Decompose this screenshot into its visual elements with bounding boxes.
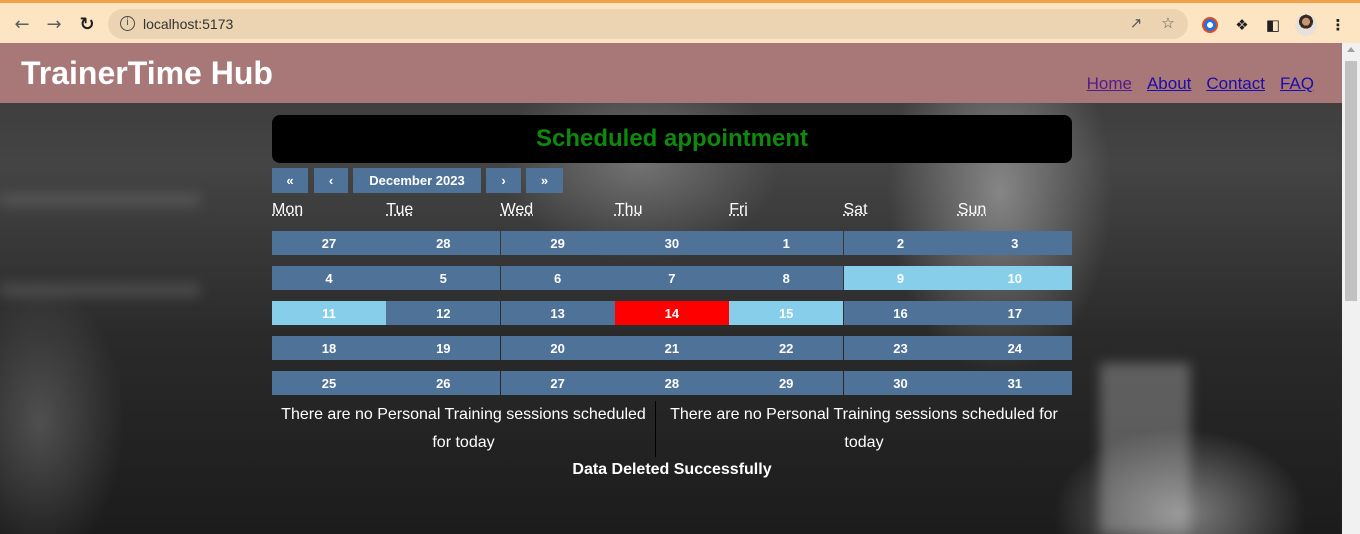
calendar-day[interactable]: 13	[500, 301, 615, 325]
calendar-day[interactable]: 9	[843, 266, 958, 290]
calendar-day[interactable]: 1	[729, 231, 844, 255]
reload-icon[interactable]: ↻	[75, 12, 99, 36]
calendar-day[interactable]: 31	[957, 371, 1072, 395]
calendar-day[interactable]: 14	[614, 301, 729, 325]
month-label-button[interactable]: December 2023	[353, 168, 481, 193]
divider	[655, 401, 656, 457]
background-bottle	[1100, 363, 1190, 534]
more-vert-icon[interactable]: ⋮	[1328, 15, 1348, 35]
nav-link-about[interactable]: About	[1147, 74, 1191, 94]
calendar-day[interactable]: 8	[729, 266, 844, 290]
weekday-label: Thu	[614, 201, 643, 218]
forward-arrow-icon[interactable]: →	[42, 12, 66, 36]
brand-title: TrainerTime Hub	[21, 55, 273, 91]
scroll-thumb[interactable]	[1345, 61, 1357, 301]
page-background: TrainerTime Hub Home About Contact FAQ S…	[0, 43, 1342, 534]
puzzle-icon[interactable]: ❖	[1232, 15, 1252, 35]
calendar-day[interactable]: 3	[957, 231, 1072, 255]
calendar-day[interactable]: 7	[614, 266, 729, 290]
nav-link-home[interactable]: Home	[1087, 74, 1132, 94]
calendar-day[interactable]: 6	[500, 266, 615, 290]
calendar-day[interactable]: 17	[957, 301, 1072, 325]
sidepanel-icon[interactable]: ◧	[1263, 15, 1283, 35]
calendar-day[interactable]: 21	[614, 336, 729, 360]
background-shelf	[0, 193, 200, 207]
url-text[interactable]: localhost:5173	[143, 16, 233, 32]
calendar-day[interactable]: 18	[272, 336, 386, 360]
calendar-day[interactable]: 30	[843, 371, 958, 395]
calendar-day[interactable]: 10	[957, 266, 1072, 290]
weekday-label: Wed	[500, 201, 534, 218]
calendar-day[interactable]: 29	[500, 231, 615, 255]
prev-month-button[interactable]: ‹	[314, 168, 348, 193]
calendar-day[interactable]: 28	[614, 371, 729, 395]
background-shelf	[0, 283, 200, 297]
main-nav: Home About Contact FAQ	[1087, 74, 1314, 94]
calendar-day[interactable]: 22	[729, 336, 844, 360]
calendar-day[interactable]: 15	[729, 301, 844, 325]
calendar-day[interactable]: 23	[843, 336, 958, 360]
weekday-label: Mon	[272, 201, 304, 218]
calendar-day[interactable]: 12	[386, 301, 501, 325]
profile-avatar[interactable]	[1295, 14, 1317, 36]
page-scrollbar[interactable]	[1342, 43, 1360, 534]
scheduled-banner: Scheduled appointment	[272, 115, 1072, 163]
calendar-day[interactable]: 30	[614, 231, 729, 255]
info-icon[interactable]: i	[120, 16, 135, 31]
nav-link-contact[interactable]: Contact	[1206, 74, 1265, 94]
calendar-day[interactable]: 24	[957, 336, 1072, 360]
calendar-day[interactable]: 27	[272, 231, 386, 255]
back-arrow-icon[interactable]: ←	[10, 12, 34, 36]
calendar-day[interactable]: 19	[386, 336, 501, 360]
weekday-label: Tue	[386, 201, 414, 218]
next-year-button[interactable]: »	[526, 168, 563, 193]
browser-toolbar: ← → ↻ i localhost:5173 ↗ ☆ ❖ ◧ ⋮	[0, 3, 1360, 43]
star-icon[interactable]: ☆	[1158, 14, 1178, 34]
scroll-up-arrow-icon[interactable]	[1347, 47, 1355, 52]
calendar-day[interactable]: 11	[272, 301, 386, 325]
calendar-day[interactable]: 2	[843, 231, 958, 255]
weekday-label: Sun	[957, 201, 987, 218]
next-month-button[interactable]: ›	[486, 168, 521, 193]
calendar-day[interactable]: 16	[843, 301, 958, 325]
calendar-day[interactable]: 20	[500, 336, 615, 360]
calendar-day[interactable]: 28	[386, 231, 501, 255]
nav-link-faq[interactable]: FAQ	[1280, 74, 1314, 94]
weekday-header: Mon Tue Wed Thu Fri Sat Sun	[272, 201, 1072, 223]
prev-year-button[interactable]: «	[272, 168, 308, 193]
site-header: TrainerTime Hub Home About Contact FAQ	[0, 43, 1342, 103]
calendar-day[interactable]: 5	[386, 266, 501, 290]
sessions-message-left: There are no Personal Training sessions …	[281, 406, 646, 451]
calendar-day[interactable]: 29	[729, 371, 844, 395]
address-bar[interactable]: i localhost:5173 ↗ ☆	[108, 9, 1188, 39]
extension-icon[interactable]	[1202, 17, 1218, 33]
calendar-day[interactable]: 4	[272, 266, 386, 290]
banner-title: Scheduled appointment	[535, 125, 808, 152]
weekday-label: Fri	[729, 201, 748, 218]
calendar-day[interactable]: 26	[386, 371, 501, 395]
calendar-day[interactable]: 27	[500, 371, 615, 395]
share-icon[interactable]: ↗	[1126, 14, 1146, 34]
status-message: Data Deleted Successfully	[572, 461, 772, 478]
calendar-day[interactable]: 25	[272, 371, 386, 395]
weekday-label: Sat	[843, 201, 868, 218]
sessions-message-right: There are no Personal Training sessions …	[670, 406, 1058, 451]
